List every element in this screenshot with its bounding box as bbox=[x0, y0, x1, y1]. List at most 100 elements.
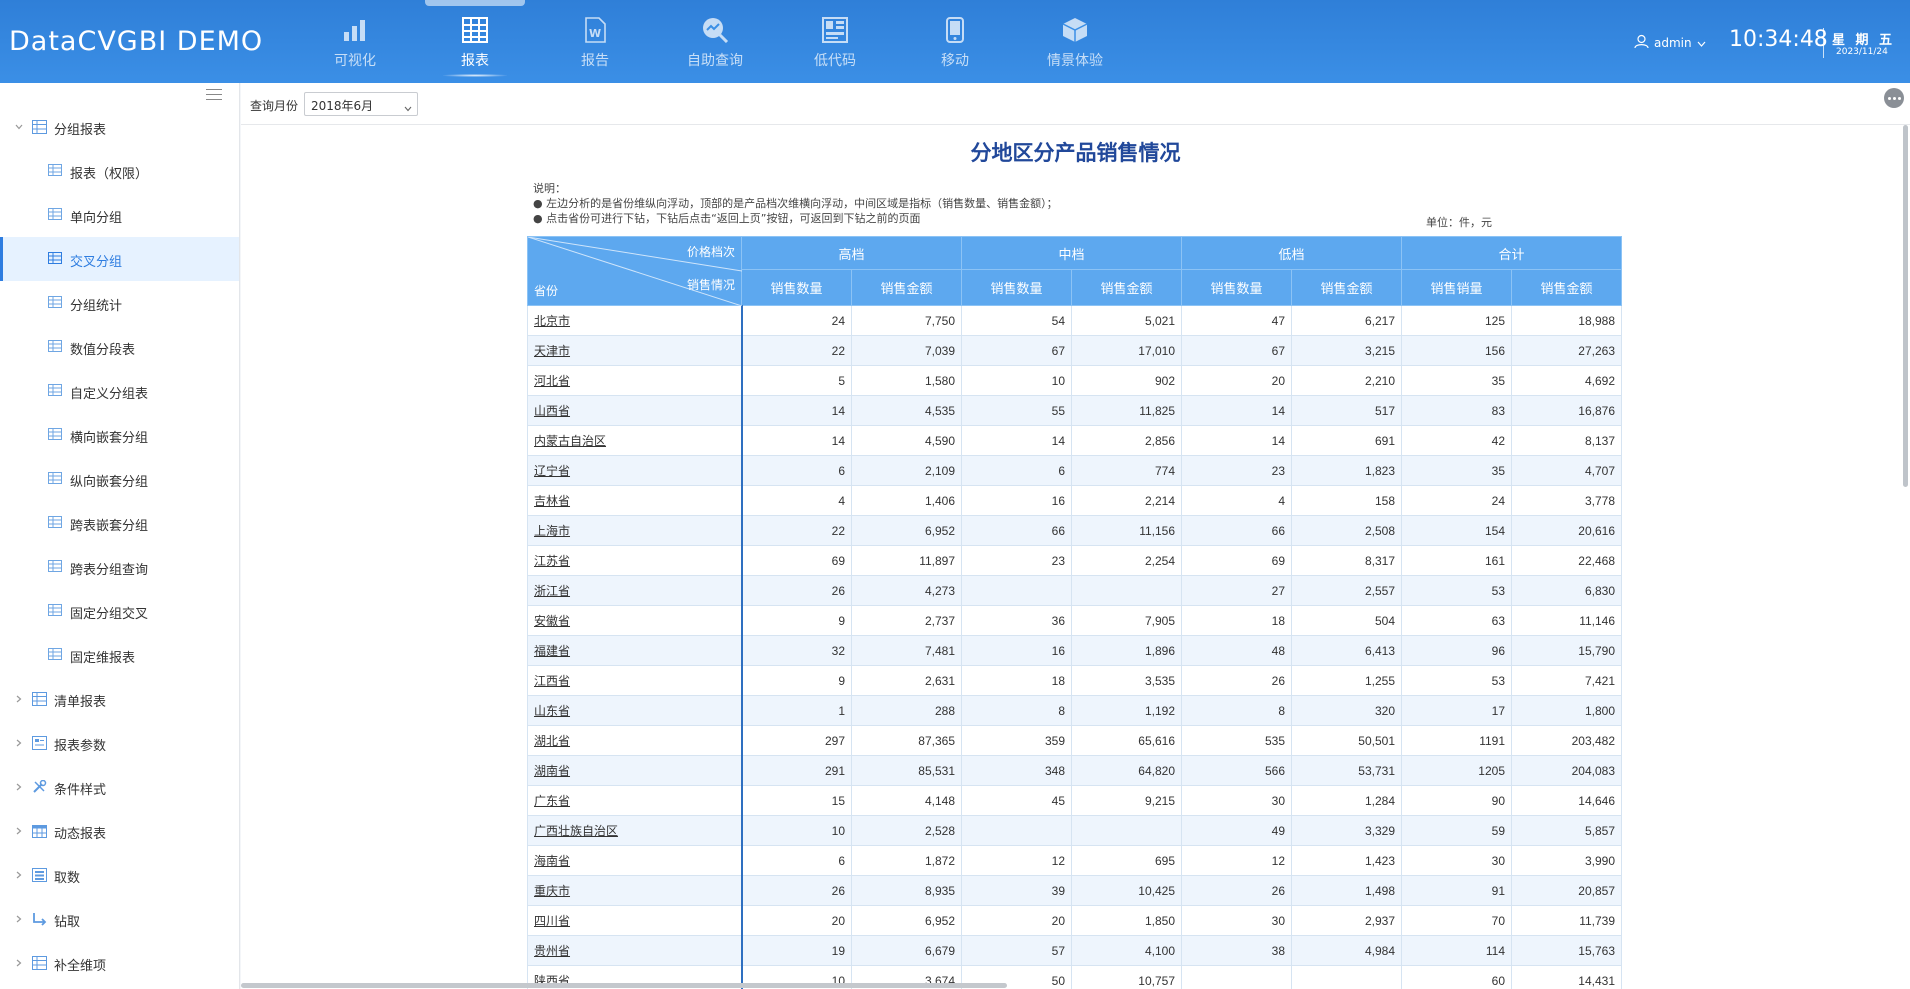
value-cell: 90 bbox=[1401, 785, 1512, 816]
province-drill-link[interactable]: 湖南省 bbox=[534, 764, 570, 778]
province-drill-link[interactable]: 上海市 bbox=[534, 524, 570, 538]
chevron-right-icon bbox=[14, 913, 24, 923]
sidebar-item-custom-group[interactable]: 自定义分组表 bbox=[0, 369, 239, 413]
province-drill-link[interactable]: 内蒙古自治区 bbox=[534, 434, 606, 448]
province-drill-link[interactable]: 广西壮族自治区 bbox=[534, 824, 618, 838]
corner-province: 省份 bbox=[534, 284, 559, 298]
value-cell: 774 bbox=[1071, 455, 1182, 486]
province-drill-link[interactable]: 吉林省 bbox=[534, 494, 570, 508]
sidebar-item-fixed-dimension[interactable]: 固定维报表 bbox=[0, 633, 239, 677]
value-cell: 297 bbox=[741, 725, 852, 756]
sidebar-group-data-fetch[interactable]: 取数 bbox=[0, 853, 239, 897]
value-cell: 6,217 bbox=[1291, 305, 1402, 336]
province-drill-link[interactable]: 安徽省 bbox=[534, 614, 570, 628]
province-drill-link[interactable]: 江苏省 bbox=[534, 554, 570, 568]
value-cell: 359 bbox=[961, 725, 1072, 756]
value-cell: 2,737 bbox=[851, 605, 962, 636]
sidebar-item-value-segment[interactable]: 数值分段表 bbox=[0, 325, 239, 369]
value-cell: 7,750 bbox=[851, 305, 962, 336]
sidebar-item-horizontal-nested[interactable]: 横向嵌套分组 bbox=[0, 413, 239, 457]
sidebar-item-cross-table-nested[interactable]: 跨表嵌套分组 bbox=[0, 501, 239, 545]
value-cell: 15 bbox=[741, 785, 852, 816]
sidebar-item-label: 固定维报表 bbox=[70, 651, 136, 666]
province-drill-link[interactable]: 河北省 bbox=[534, 374, 570, 388]
table-icon bbox=[32, 120, 47, 138]
value-cell: 125 bbox=[1401, 305, 1512, 336]
value-cell: 67 bbox=[961, 335, 1072, 366]
province-drill-link[interactable]: 重庆市 bbox=[534, 884, 570, 898]
chevron-down-icon bbox=[1697, 36, 1706, 50]
value-cell: 18 bbox=[961, 665, 1072, 696]
value-cell: 15,790 bbox=[1511, 635, 1622, 666]
sidebar-group-conditional-style[interactable]: 条件样式 bbox=[0, 765, 239, 809]
chevron-down-icon bbox=[404, 101, 412, 112]
province-drill-link[interactable]: 辽宁省 bbox=[534, 464, 570, 478]
value-cell: 18,988 bbox=[1511, 305, 1622, 336]
horizontal-scrollbar[interactable] bbox=[241, 983, 1007, 988]
province-drill-link[interactable]: 贵州省 bbox=[534, 944, 570, 958]
sidebar-item-group-stats[interactable]: 分组统计 bbox=[0, 281, 239, 325]
province-cell: 重庆市 bbox=[527, 875, 743, 906]
value-cell: 6,413 bbox=[1291, 635, 1402, 666]
province-drill-link[interactable]: 四川省 bbox=[534, 914, 570, 928]
value-cell: 517 bbox=[1291, 395, 1402, 426]
province-drill-link[interactable]: 天津市 bbox=[534, 344, 570, 358]
value-cell: 6 bbox=[741, 455, 852, 486]
value-cell: 6,952 bbox=[851, 905, 962, 936]
sidebar-group-report-params[interactable]: 报表参数 bbox=[0, 721, 239, 765]
nav-item-mobile[interactable]: 移动 bbox=[895, 0, 1015, 83]
nav-item-scenario[interactable]: 情景体验 bbox=[1015, 0, 1135, 83]
province-cell: 贵州省 bbox=[527, 935, 743, 966]
username: admin bbox=[1654, 36, 1692, 50]
more-options-icon[interactable] bbox=[1884, 88, 1904, 108]
value-cell: 4,148 bbox=[851, 785, 962, 816]
value-cell: 7,481 bbox=[851, 635, 962, 666]
province-drill-link[interactable]: 山西省 bbox=[534, 404, 570, 418]
province-drill-link[interactable]: 北京市 bbox=[534, 314, 570, 328]
sidebar-item-single-group[interactable]: 单向分组 bbox=[0, 193, 239, 237]
table-row: 浙江省 26 4,273 27 2,557 53 6,830 bbox=[527, 575, 1622, 606]
value-cell: 8,137 bbox=[1511, 425, 1622, 456]
value-cell: 2,528 bbox=[851, 815, 962, 846]
table-row: 天津市 22 7,039 67 17,010 67 3,215 156 27,263 bbox=[527, 335, 1622, 366]
province-drill-link[interactable]: 广东省 bbox=[534, 794, 570, 808]
sidebar-item-cross-table-query[interactable]: 跨表分组查询 bbox=[0, 545, 239, 589]
sidebar-item-vertical-nested[interactable]: 纵向嵌套分组 bbox=[0, 457, 239, 501]
sidebar-group-fill-dimension[interactable]: 补全维项 bbox=[0, 941, 239, 985]
value-cell: 49 bbox=[1181, 815, 1292, 846]
user-menu[interactable]: admin bbox=[1634, 34, 1706, 52]
province-drill-link[interactable]: 湖北省 bbox=[534, 734, 570, 748]
query-month-select[interactable]: 2018年6月 bbox=[304, 92, 418, 116]
vertical-scrollbar[interactable] bbox=[1903, 125, 1908, 487]
value-cell: 1205 bbox=[1401, 755, 1512, 786]
sidebar-group-grouped-report[interactable]: 分组报表 bbox=[0, 105, 239, 149]
table-icon bbox=[48, 516, 62, 532]
value-cell: 11,825 bbox=[1071, 395, 1182, 426]
value-cell: 24 bbox=[741, 305, 852, 336]
table-row: 山西省 14 4,535 55 11,825 14 517 83 16,876 bbox=[527, 395, 1622, 426]
menu-collapse-icon[interactable] bbox=[206, 89, 222, 103]
province-drill-link[interactable]: 山东省 bbox=[534, 704, 570, 718]
sidebar-group-drill[interactable]: 钻取 bbox=[0, 897, 239, 941]
sidebar-group-list-report[interactable]: 清单报表 bbox=[0, 677, 239, 721]
nav-item-lowcode[interactable]: 低代码 bbox=[775, 0, 895, 83]
sidebar-item-fixed-cross[interactable]: 固定分组交叉 bbox=[0, 589, 239, 633]
nav-item-self-query[interactable]: 自助查询 bbox=[655, 0, 775, 83]
value-cell: 1,580 bbox=[851, 365, 962, 396]
province-drill-link[interactable]: 福建省 bbox=[534, 644, 570, 658]
nav-item-visualization[interactable]: 可视化 bbox=[295, 0, 415, 83]
nav-item-document[interactable]: W 报告 bbox=[535, 0, 655, 83]
table-icon bbox=[48, 252, 62, 268]
province-drill-link[interactable]: 江西省 bbox=[534, 674, 570, 688]
province-cell: 河北省 bbox=[527, 365, 743, 396]
value-cell: 6,952 bbox=[851, 515, 962, 546]
province-drill-link[interactable]: 海南省 bbox=[534, 854, 570, 868]
sidebar-item-cross-group[interactable]: 交叉分组 bbox=[0, 237, 239, 281]
chevron-right-icon bbox=[14, 869, 24, 879]
nav-item-report[interactable]: 报表 bbox=[415, 0, 535, 83]
sidebar-item-report-permission[interactable]: 报表（权限） bbox=[0, 149, 239, 193]
value-cell: 10,425 bbox=[1071, 875, 1182, 906]
sidebar-group-dynamic-report[interactable]: 动态报表 bbox=[0, 809, 239, 853]
value-cell: 1,406 bbox=[851, 485, 962, 516]
province-drill-link[interactable]: 浙江省 bbox=[534, 584, 570, 598]
